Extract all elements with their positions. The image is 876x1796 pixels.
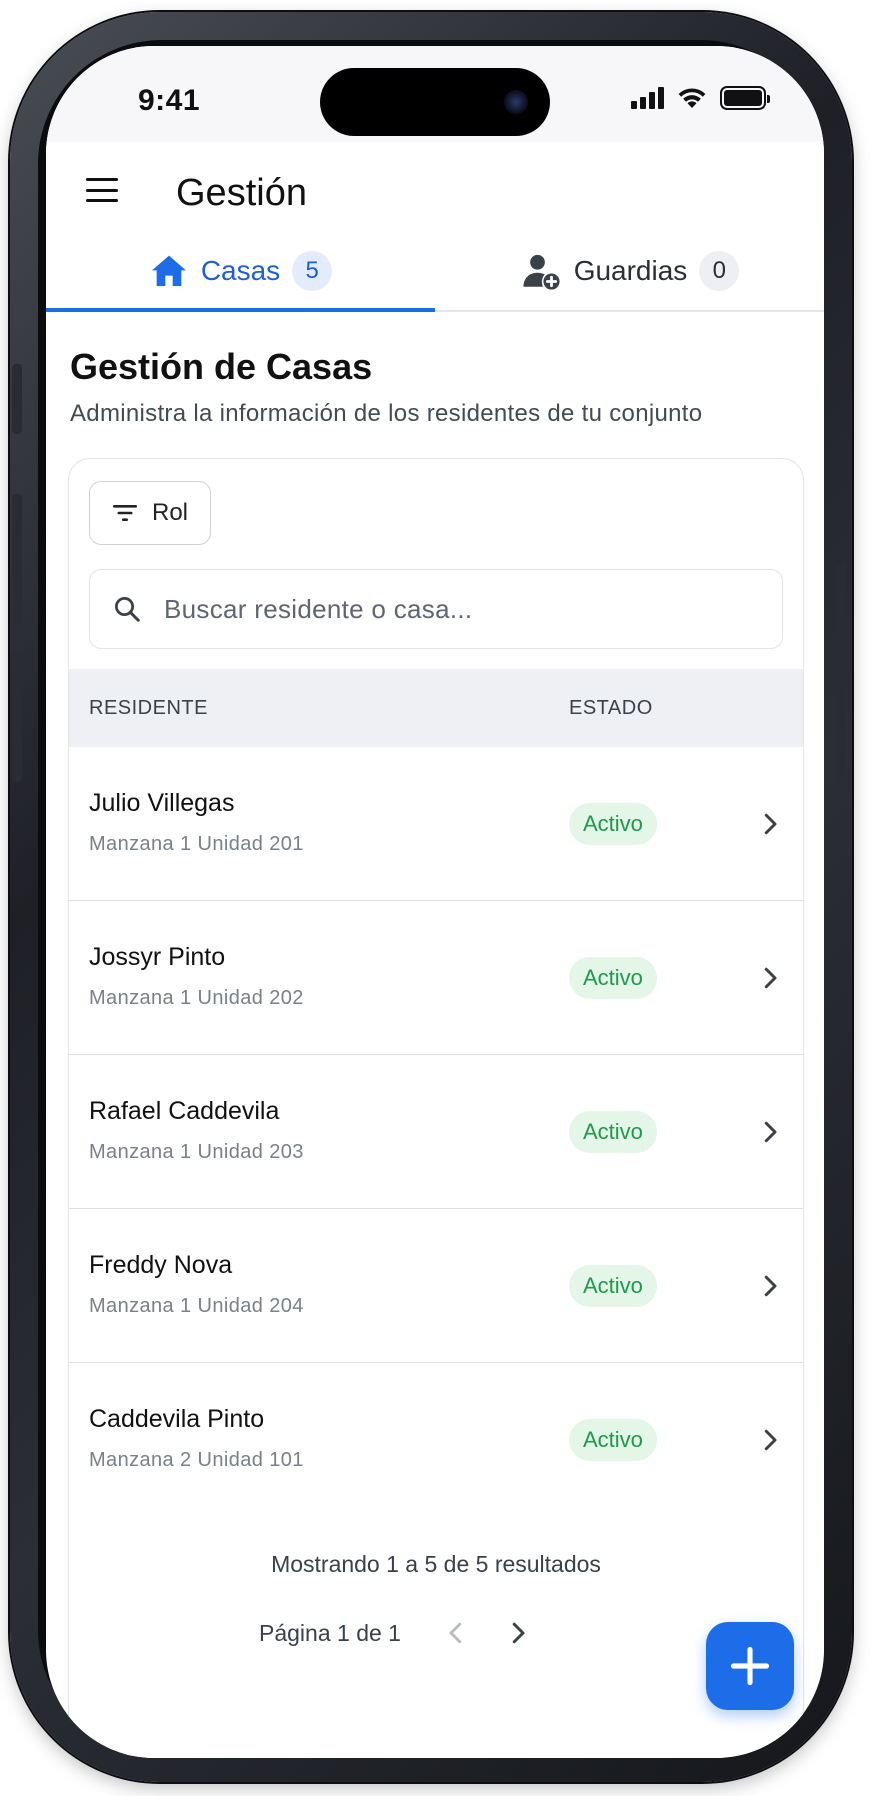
resident-name: Julio Villegas [89, 789, 235, 817]
section-subtitle: Administra la información de los residen… [70, 400, 703, 427]
dynamic-island [320, 68, 550, 136]
status-badge: Activo [569, 803, 657, 845]
status-badge: Activo [569, 1265, 657, 1307]
table-row[interactable]: Jossyr Pinto Manzana 1 Unidad 202 Activo [69, 901, 803, 1055]
tab-casas[interactable]: Casas 5 [46, 232, 435, 312]
volume-up-button [12, 494, 22, 624]
status-badge: Activo [569, 957, 657, 999]
residents-card: Rol RESIDENTE ESTADO Julio Villegas Manz… [68, 458, 804, 1758]
cellular-signal-icon [631, 87, 664, 109]
chevron-left-icon[interactable] [441, 1618, 471, 1648]
filter-icon [112, 505, 137, 521]
tab-casas-label: Casas [200, 255, 281, 286]
table-row[interactable]: Rafael Caddevila Manzana 1 Unidad 203 Ac… [69, 1055, 803, 1209]
pagination: Página 1 de 1 [259, 1613, 533, 1653]
resident-unit: Manzana 1 Unidad 203 [89, 1141, 304, 1163]
table-row[interactable]: Caddevila Pinto Manzana 2 Unidad 101 Act… [69, 1363, 803, 1517]
column-header-residente[interactable]: RESIDENTE [89, 697, 208, 720]
column-header-estado[interactable]: ESTADO [569, 697, 653, 720]
hamburger-menu-icon[interactable] [86, 178, 118, 202]
status-badge: Activo [569, 1111, 657, 1153]
resident-name: Freddy Nova [89, 1251, 233, 1279]
tab-guardias-count-badge: 0 [699, 251, 740, 291]
tab-casas-count-badge: 5 [292, 251, 333, 291]
tab-bar: Casas 5 Guardias 0 [46, 232, 824, 312]
table-row[interactable]: Freddy Nova Manzana 1 Unidad 204 Activo [69, 1209, 803, 1363]
add-user-icon [523, 254, 560, 290]
results-summary: Mostrando 1 a 5 de 5 resultados [271, 1551, 601, 1577]
battery-icon [720, 86, 770, 110]
search-icon [115, 597, 140, 622]
status-icons [631, 86, 770, 110]
chevron-right-icon[interactable] [755, 1425, 785, 1455]
add-house-fab[interactable] [706, 1622, 794, 1710]
table-row[interactable]: Julio Villegas Manzana 1 Unidad 201 Acti… [69, 747, 803, 901]
search-box [89, 569, 783, 649]
table-header: RESIDENTE ESTADO [69, 669, 803, 747]
front-camera [504, 90, 528, 114]
plus-icon [730, 1646, 770, 1686]
status-bar: 9:41 [46, 46, 824, 142]
page-indicator: Página 1 de 1 [259, 1619, 401, 1646]
app-title: Gestión [176, 172, 307, 214]
tab-guardias-label: Guardias [573, 255, 688, 286]
residents-list: Julio Villegas Manzana 1 Unidad 201 Acti… [69, 747, 803, 1517]
status-badge: Activo [569, 1419, 657, 1461]
resident-unit: Manzana 1 Unidad 201 [89, 833, 304, 855]
section-title: Gestión de Casas [70, 346, 373, 387]
resident-unit: Manzana 1 Unidad 204 [89, 1295, 304, 1317]
power-button [836, 562, 846, 782]
house-icon [151, 255, 186, 286]
role-filter-button[interactable]: Rol [89, 481, 211, 545]
tab-guardias[interactable]: Guardias 0 [435, 232, 824, 310]
app-header: Gestión [46, 142, 824, 232]
resident-name: Jossyr Pinto [89, 943, 226, 971]
role-filter-label: Rol [151, 499, 188, 526]
chevron-right-icon[interactable] [755, 963, 785, 993]
resident-unit: Manzana 2 Unidad 101 [89, 1449, 304, 1471]
wifi-icon [678, 88, 706, 108]
chevron-right-icon[interactable] [755, 1271, 785, 1301]
phone-screen: 9:41 Gestión Casas 5 Guardias 0 Gestión … [46, 46, 824, 1758]
resident-name: Rafael Caddevila [89, 1097, 280, 1125]
resident-name: Caddevila Pinto [89, 1405, 265, 1433]
chevron-right-icon[interactable] [755, 809, 785, 839]
chevron-right-icon[interactable] [503, 1618, 533, 1648]
chevron-right-icon[interactable] [755, 1117, 785, 1147]
status-time: 9:41 [138, 84, 201, 117]
volume-down-button [12, 652, 22, 782]
search-input[interactable] [164, 593, 724, 625]
resident-unit: Manzana 1 Unidad 202 [89, 987, 304, 1009]
silent-switch [12, 364, 22, 434]
